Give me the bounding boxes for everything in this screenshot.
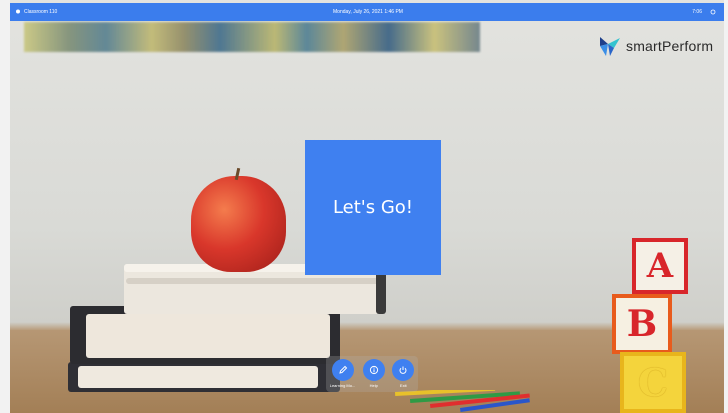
block-letter-b: B (626, 303, 658, 345)
block-letter-a: A (646, 246, 674, 286)
info-icon (369, 365, 378, 375)
alphabet-block-a: A (632, 238, 688, 294)
sync-status: 7:06 (692, 9, 702, 15)
wall-painting (24, 22, 480, 52)
book-top-spine (126, 278, 384, 284)
book-middle-pages (86, 314, 330, 358)
exit-label: Exit (399, 383, 407, 388)
exit-action[interactable]: Exit (392, 359, 415, 388)
learning-mode-button[interactable] (331, 359, 354, 381)
alphabet-block-b: B (612, 294, 672, 354)
power-icon (399, 366, 407, 374)
apple (191, 176, 286, 272)
book-bottom-pages (78, 366, 318, 388)
lets-go-button[interactable]: Let's Go! (305, 140, 441, 275)
smartperform-logo: smartPerform (598, 34, 713, 58)
exit-button[interactable] (392, 359, 415, 381)
frame-right (724, 0, 728, 413)
settings-icon[interactable] (710, 9, 716, 15)
frame-left (0, 0, 10, 413)
logo-text: smartPerform (626, 38, 714, 54)
action-tray: Learning Mo... Help Exit (326, 356, 418, 392)
block-letter-c: C (637, 360, 669, 405)
help-action[interactable]: Help (362, 359, 385, 388)
learning-mode-label: Learning Mo... (329, 383, 356, 388)
help-label: Help (369, 383, 378, 388)
alphabet-block-c: C (620, 352, 686, 413)
help-button[interactable] (362, 359, 385, 381)
pencil-icon (338, 365, 347, 374)
location-icon (16, 9, 20, 14)
classroom-label[interactable]: Classroom 110 (24, 9, 57, 15)
top-bar: Classroom 110 Monday, July 26, 2021 1:46… (10, 3, 724, 21)
datetime-label: Monday, July 26, 2021 1:46 PM (333, 9, 403, 15)
book-top-edge (376, 270, 386, 314)
colored-pencils (395, 390, 530, 412)
learning-mode-action[interactable]: Learning Mo... (329, 359, 356, 388)
logo-mark-icon (600, 37, 620, 56)
